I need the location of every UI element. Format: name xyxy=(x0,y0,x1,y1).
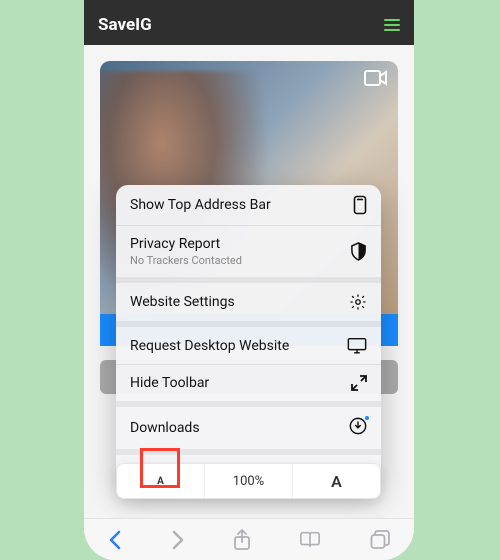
hamburger-menu-icon[interactable] xyxy=(384,19,400,31)
site-title: SaveIG xyxy=(98,15,152,35)
addressbar-icon xyxy=(353,195,367,215)
bookmarks-button[interactable] xyxy=(299,531,321,549)
site-header: SaveIG xyxy=(84,5,414,45)
shield-icon xyxy=(350,242,367,261)
menu-website-settings[interactable]: Website Settings xyxy=(116,283,381,327)
tabs-button[interactable] xyxy=(370,530,390,550)
video-camera-icon xyxy=(364,69,388,91)
desktop-icon xyxy=(347,337,367,354)
menu-downloads[interactable]: Downloads xyxy=(116,407,381,455)
share-button[interactable] xyxy=(233,529,251,551)
phone-frame: 1:13 AM SaveIG Show Top Address Bar xyxy=(84,0,414,560)
download-circle-icon xyxy=(349,417,367,435)
menu-hide-toolbar[interactable]: Hide Toolbar xyxy=(116,365,381,407)
content-area: Show Top Address Bar Privacy Report No T… xyxy=(84,45,414,560)
menu-request-desktop[interactable]: Request Desktop Website xyxy=(116,327,381,365)
menu-show-top-address-bar[interactable]: Show Top Address Bar xyxy=(116,185,381,226)
back-button[interactable] xyxy=(108,530,122,550)
zoom-out-button[interactable]: A xyxy=(117,464,205,498)
download-badge-dot xyxy=(365,416,369,420)
browser-toolbar xyxy=(84,518,414,560)
privacy-subtitle: No Trackers Contacted xyxy=(130,254,242,267)
aa-popover-menu: Show Top Address Bar Privacy Report No T… xyxy=(116,185,381,493)
gear-icon xyxy=(349,293,367,311)
zoom-bar: A 100% A xyxy=(116,463,381,499)
zoom-in-button[interactable]: A xyxy=(293,464,380,498)
expand-icon xyxy=(351,375,367,391)
zoom-level[interactable]: 100% xyxy=(205,464,293,498)
forward-button[interactable] xyxy=(171,530,185,550)
menu-privacy-report[interactable]: Privacy Report No Trackers Contacted xyxy=(116,226,381,283)
